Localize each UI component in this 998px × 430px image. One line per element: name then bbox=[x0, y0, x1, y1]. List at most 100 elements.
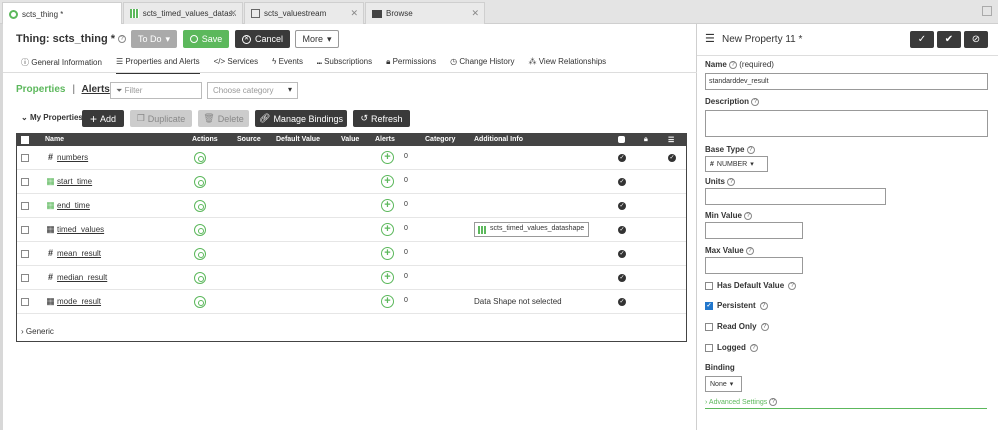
action-icon[interactable] bbox=[194, 224, 206, 236]
help-icon[interactable]: ? bbox=[769, 398, 778, 406]
advanced-settings-toggle[interactable]: › Advanced Settings ? bbox=[705, 398, 987, 409]
persistent-check-icon: ✓ bbox=[618, 274, 626, 282]
row-checkbox[interactable] bbox=[21, 226, 29, 234]
property-name-link[interactable]: timed_values bbox=[57, 225, 104, 234]
checkbox[interactable] bbox=[705, 281, 713, 290]
col-category[interactable]: Category bbox=[425, 136, 455, 143]
property-name-link[interactable]: mean_result bbox=[57, 249, 101, 258]
properties-link[interactable]: Properties bbox=[16, 84, 65, 95]
my-properties-toggle[interactable]: ⌄ My Properties bbox=[21, 113, 83, 122]
table-row[interactable]: ▦ start_time +0 ✓ bbox=[17, 170, 686, 194]
add-alert-icon[interactable]: + bbox=[381, 247, 394, 260]
help-icon[interactable]: ? bbox=[788, 281, 797, 290]
action-icon[interactable] bbox=[194, 152, 206, 164]
has-default-value-checkbox[interactable]: Has Default Value? bbox=[705, 281, 797, 290]
units-field[interactable] bbox=[705, 188, 886, 205]
add-alert-icon[interactable]: + bbox=[381, 175, 394, 188]
row-checkbox[interactable] bbox=[21, 274, 29, 282]
add-button[interactable]: + Add bbox=[82, 110, 124, 127]
row-checkbox[interactable] bbox=[21, 154, 29, 162]
todo-button[interactable]: To Do ▾ bbox=[131, 30, 177, 48]
alerts-link[interactable]: Alerts bbox=[81, 84, 109, 95]
help-icon[interactable]: ? bbox=[727, 177, 736, 186]
checkbox-label: Has Default Value bbox=[717, 281, 785, 290]
table-row[interactable]: ▦ timed_values +0 scts_timed_values_datasha… bbox=[17, 218, 686, 242]
checkbox[interactable] bbox=[705, 343, 713, 352]
action-icon[interactable] bbox=[194, 296, 206, 308]
col-value[interactable]: Value bbox=[341, 136, 359, 143]
close-icon[interactable]: ✕ bbox=[229, 8, 237, 19]
table-row[interactable]: ▦ mode_result +0 Data Shape not selected ✓ bbox=[17, 290, 686, 314]
datashape-badge[interactable]: scts_timed_values_datashape bbox=[474, 222, 590, 237]
close-icon[interactable]: ✕ bbox=[471, 8, 479, 19]
help-icon[interactable]: ? bbox=[751, 97, 760, 106]
row-checkbox[interactable] bbox=[21, 178, 29, 186]
property-name-link[interactable]: numbers bbox=[57, 153, 88, 162]
checkbox-checked[interactable]: ✓ bbox=[705, 301, 713, 310]
filter-input[interactable]: ⏷ Filter bbox=[110, 82, 202, 99]
row-checkbox[interactable] bbox=[21, 202, 29, 210]
property-name-link[interactable]: median_result bbox=[57, 273, 107, 282]
property-name-link[interactable]: mode_result bbox=[57, 297, 101, 306]
action-icon[interactable] bbox=[194, 176, 206, 188]
col-source[interactable]: Source bbox=[237, 136, 261, 143]
name-field[interactable]: standarddev_result bbox=[705, 73, 988, 90]
description-field[interactable] bbox=[705, 110, 988, 137]
add-alert-icon[interactable]: + bbox=[381, 199, 394, 212]
done-button[interactable]: ✔ bbox=[937, 31, 961, 48]
col-name[interactable]: Name bbox=[45, 136, 64, 143]
maximize-icon[interactable] bbox=[982, 6, 992, 16]
help-icon[interactable]: ? bbox=[759, 301, 768, 310]
add-alert-icon[interactable]: + bbox=[381, 295, 394, 308]
persistent-checkbox[interactable]: ✓ Persistent? bbox=[705, 301, 768, 310]
manage-bindings-button[interactable]: 🔗︎ Manage Bindings bbox=[255, 110, 347, 127]
help-icon[interactable]: ? bbox=[746, 145, 755, 154]
max-value-field[interactable] bbox=[705, 257, 803, 274]
filter-placeholder: Filter bbox=[124, 86, 143, 95]
min-value-field[interactable] bbox=[705, 222, 803, 239]
list-icon: ☰ bbox=[668, 137, 675, 144]
generic-section-toggle[interactable]: › Generic bbox=[21, 327, 54, 336]
help-icon[interactable]: ? bbox=[745, 246, 754, 255]
duplicate-button[interactable]: ❐ Duplicate bbox=[130, 110, 192, 127]
tab-datashape[interactable]: scts_timed_values_datas... ✕ bbox=[123, 2, 243, 24]
tab-valuestream[interactable]: scts_valuestream ✕ bbox=[244, 2, 364, 24]
action-icon[interactable] bbox=[194, 272, 206, 284]
table-row[interactable]: # numbers +0 ✓ ✓ bbox=[17, 146, 686, 170]
refresh-button[interactable]: ↺ Refresh bbox=[353, 110, 410, 127]
delete-button[interactable]: 🗑︎ Delete bbox=[198, 110, 249, 127]
apply-button[interactable]: ✓ bbox=[910, 31, 934, 48]
help-icon[interactable]: ? bbox=[744, 211, 753, 220]
action-icon[interactable] bbox=[194, 200, 206, 212]
table-row[interactable]: # median_result +0 ✓ bbox=[17, 266, 686, 290]
add-alert-icon[interactable]: + bbox=[381, 223, 394, 236]
checkbox[interactable] bbox=[705, 322, 713, 331]
binding-select[interactable]: None ▾ bbox=[705, 376, 742, 392]
select-all-checkbox[interactable] bbox=[21, 136, 29, 144]
col-default-value[interactable]: Default Value bbox=[276, 136, 320, 143]
add-alert-icon[interactable]: + bbox=[381, 271, 394, 284]
table-row[interactable]: # mean_result +0 ✓ bbox=[17, 242, 686, 266]
cancel-panel-button[interactable]: ⊘ bbox=[964, 31, 988, 48]
read-only-checkbox[interactable]: Read Only? bbox=[705, 322, 769, 331]
help-icon[interactable]: ? bbox=[749, 343, 758, 352]
more-button[interactable]: More ▾ bbox=[295, 30, 339, 48]
base-type-select[interactable]: # NUMBER ▾ bbox=[705, 156, 768, 172]
property-name-link[interactable]: end_time bbox=[57, 201, 90, 210]
category-select[interactable]: Choose category ▾ bbox=[207, 82, 298, 99]
help-icon[interactable]: ? bbox=[760, 322, 769, 331]
row-checkbox[interactable] bbox=[21, 298, 29, 306]
cancel-button[interactable]: ✕ Cancel bbox=[235, 30, 290, 48]
logged-checkbox[interactable]: Logged? bbox=[705, 343, 758, 352]
row-checkbox[interactable] bbox=[21, 250, 29, 258]
close-icon[interactable]: ✕ bbox=[350, 8, 358, 19]
table-row[interactable]: ▦ end_time +0 ✓ bbox=[17, 194, 686, 218]
tab-scts-thing[interactable]: scts_thing * bbox=[2, 2, 122, 25]
tab-browse[interactable]: Browse ✕ bbox=[365, 2, 485, 24]
add-alert-icon[interactable]: + bbox=[381, 151, 394, 164]
save-button[interactable]: Save bbox=[183, 30, 229, 48]
property-name-link[interactable]: start_time bbox=[57, 177, 92, 186]
help-icon[interactable]: ? bbox=[118, 35, 127, 44]
help-icon[interactable]: ? bbox=[729, 60, 738, 69]
action-icon[interactable] bbox=[194, 248, 206, 260]
